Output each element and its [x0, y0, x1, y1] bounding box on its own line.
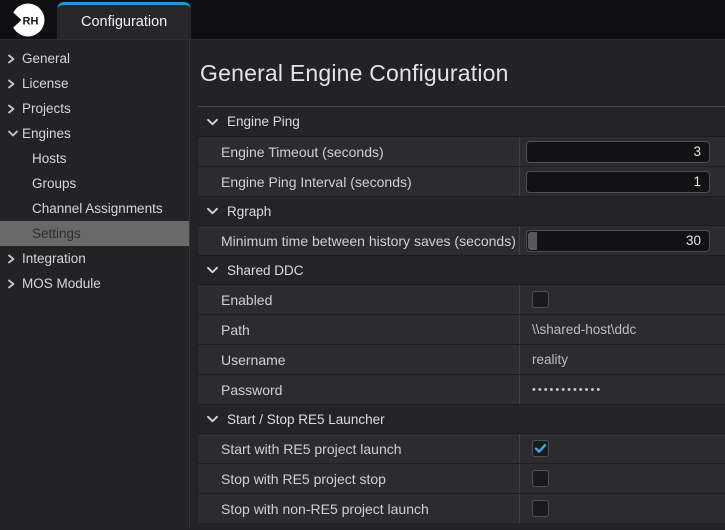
- config-row: Minimum time between history saves (seco…: [198, 225, 725, 255]
- chevron-down-icon: [7, 129, 21, 138]
- config-row: Username reality: [198, 344, 725, 374]
- config-row: Start with RE5 project launch: [198, 433, 725, 463]
- row-value-cell: [520, 464, 725, 493]
- row-label: Stop with non-RE5 project launch: [198, 494, 520, 523]
- config-row: Engine Timeout (seconds) 3: [198, 136, 725, 166]
- row-label: Minimum time between history saves (seco…: [198, 226, 520, 255]
- check-icon: [534, 443, 547, 454]
- slider-grip[interactable]: [528, 232, 537, 250]
- chevron-right-icon: [7, 78, 21, 90]
- checkbox-unchecked[interactable]: [532, 500, 549, 517]
- text-value[interactable]: reality: [520, 352, 568, 367]
- chevron-right-icon: [7, 253, 21, 265]
- row-value-cell: ••••••••••••: [520, 375, 725, 404]
- sidebar-item-hosts[interactable]: Hosts: [0, 146, 189, 171]
- row-label: Engine Timeout (seconds): [198, 137, 520, 166]
- row-label: Path: [198, 315, 520, 344]
- reality-hub-logo-icon: RH: [11, 3, 45, 37]
- top-bar: RH Configuration: [0, 0, 725, 40]
- sidebar-item-general[interactable]: General: [0, 46, 189, 71]
- config-row: Stop with non-RE5 project launch: [198, 493, 725, 523]
- sidebar-item-channel-assignments[interactable]: Channel Assignments: [0, 196, 189, 221]
- app-body: General License Projects Engines Hosts G…: [0, 40, 725, 529]
- input-value: 30: [686, 233, 701, 248]
- chevron-right-icon: [7, 103, 21, 115]
- sidebar-item-label: Groups: [32, 176, 76, 191]
- row-value-cell: 1: [520, 167, 725, 196]
- number-input[interactable]: 30: [526, 230, 710, 252]
- input-value: 3: [693, 144, 701, 159]
- sidebar-item-mos-module[interactable]: MOS Module: [0, 271, 189, 296]
- row-label: Stop with RE5 project stop: [198, 464, 520, 493]
- section-title: Rgraph: [227, 204, 271, 219]
- sidebar-item-engines[interactable]: Engines: [0, 121, 189, 146]
- chevron-down-icon: [206, 117, 219, 127]
- sidebar-item-label: General: [22, 51, 70, 66]
- section-header[interactable]: Start / Stop RE5 Launcher: [198, 404, 725, 433]
- row-label: Enabled: [198, 285, 520, 314]
- config-table: Engine Ping Engine Timeout (seconds) 3 E…: [198, 106, 725, 523]
- config-row: Password ••••••••••••: [198, 374, 725, 404]
- sidebar-item-label: Settings: [32, 226, 81, 241]
- reality-hub-logo[interactable]: RH: [11, 3, 45, 37]
- chevron-right-icon: [7, 53, 21, 65]
- row-value-cell: 3: [520, 137, 725, 166]
- chevron-down-icon: [206, 206, 219, 216]
- sidebar-item-license[interactable]: License: [0, 71, 189, 96]
- sidebar-item-label: Channel Assignments: [32, 201, 163, 216]
- checkbox-unchecked[interactable]: [532, 470, 549, 487]
- sidebar-item-label: License: [22, 76, 69, 91]
- page-title: General Engine Configuration: [200, 58, 725, 88]
- sidebar-item-label: Integration: [22, 251, 86, 266]
- section-header[interactable]: Shared DDC: [198, 255, 725, 284]
- checkbox-unchecked[interactable]: [532, 291, 549, 308]
- sidebar-item-label: Projects: [22, 101, 71, 116]
- sidebar-item-projects[interactable]: Projects: [0, 96, 189, 121]
- number-input[interactable]: 3: [526, 141, 710, 163]
- number-input[interactable]: 1: [526, 171, 710, 193]
- password-value[interactable]: ••••••••••••: [520, 384, 602, 396]
- config-row: Stop with RE5 project stop: [198, 463, 725, 493]
- sidebar-item-integration[interactable]: Integration: [0, 246, 189, 271]
- row-value-cell: [520, 285, 725, 314]
- section-title: Engine Ping: [227, 114, 300, 129]
- chevron-down-icon: [206, 265, 219, 275]
- row-value-cell: reality: [520, 345, 725, 374]
- config-row: Engine Ping Interval (seconds) 1: [198, 166, 725, 196]
- sidebar-item-groups[interactable]: Groups: [0, 171, 189, 196]
- row-value-cell: [520, 434, 725, 463]
- row-label: Start with RE5 project launch: [198, 434, 520, 463]
- sidebar-nav: General License Projects Engines Hosts G…: [0, 40, 190, 529]
- sidebar-item-label: Hosts: [32, 151, 67, 166]
- row-label: Username: [198, 345, 520, 374]
- row-value-cell: 30: [520, 226, 725, 255]
- tab-configuration[interactable]: Configuration: [57, 2, 191, 39]
- row-value-cell: [520, 494, 725, 523]
- config-row: Enabled: [198, 284, 725, 314]
- config-row: Path \\shared-host\ddc: [198, 314, 725, 344]
- section-header[interactable]: Rgraph: [198, 196, 725, 225]
- chevron-down-icon: [206, 414, 219, 424]
- sidebar-item-settings[interactable]: Settings: [0, 221, 189, 246]
- section-header[interactable]: Engine Ping: [198, 107, 725, 136]
- row-value-cell: \\shared-host\ddc: [520, 315, 725, 344]
- tab-label: Configuration: [81, 14, 167, 30]
- chevron-right-icon: [7, 278, 21, 290]
- sidebar-item-label: MOS Module: [22, 276, 101, 291]
- row-label: Engine Ping Interval (seconds): [198, 167, 520, 196]
- input-value: 1: [693, 174, 701, 189]
- row-label: Password: [198, 375, 520, 404]
- content-area: General Engine Configuration Engine Ping…: [190, 40, 725, 529]
- section-title: Start / Stop RE5 Launcher: [227, 412, 385, 427]
- section-title: Shared DDC: [227, 263, 304, 278]
- sidebar-item-label: Engines: [22, 126, 71, 141]
- checkbox-checked[interactable]: [532, 440, 549, 457]
- logo-text: RH: [23, 15, 39, 27]
- text-value[interactable]: \\shared-host\ddc: [520, 322, 636, 337]
